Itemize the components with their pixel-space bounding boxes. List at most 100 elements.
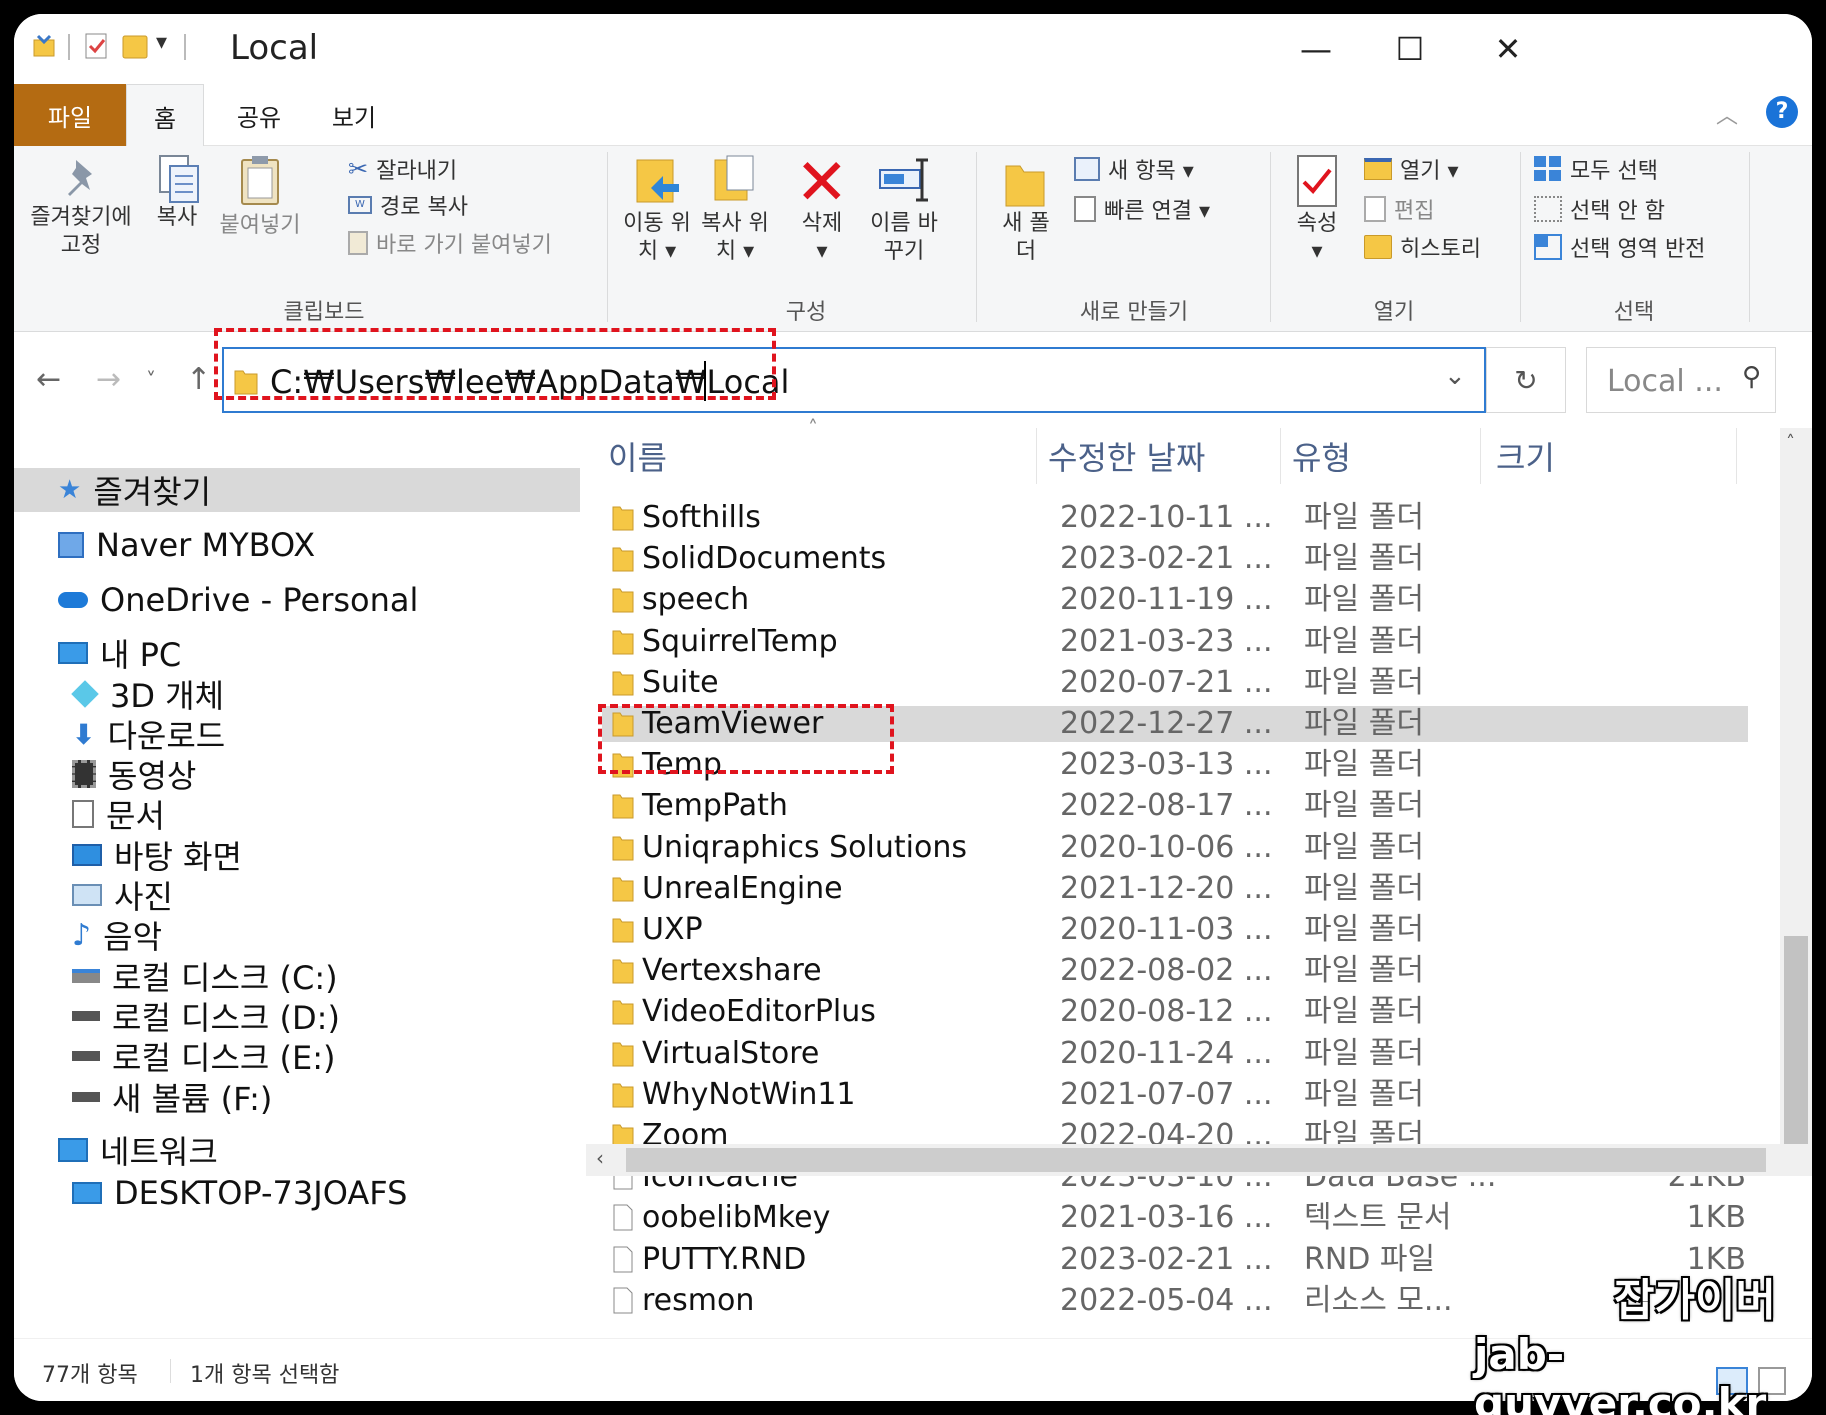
paste-shortcut-button[interactable]: 바로 가기 붙여넣기 xyxy=(348,226,552,260)
properties-button[interactable]: 속성 ▾ xyxy=(1282,154,1352,280)
tab-share[interactable]: 공유 xyxy=(224,84,294,146)
copy-to-button[interactable]: 복사 위치 ▾ xyxy=(697,154,773,280)
group-separator xyxy=(607,152,608,322)
open-button[interactable]: 열기 ▾ xyxy=(1364,152,1459,186)
maximize-button[interactable]: ☐ xyxy=(1375,24,1445,74)
pin-to-quick-access-button[interactable]: 즐겨찾기에 고정 xyxy=(26,154,136,274)
nav-item-disk-f[interactable]: 새 볼륨 (F:) xyxy=(72,1075,272,1119)
nav-item-pictures[interactable]: 사진 xyxy=(72,873,173,917)
easy-access-button[interactable]: 빠른 연결 ▾ xyxy=(1074,192,1210,226)
vertical-scrollbar[interactable]: ˄ xyxy=(1780,428,1812,1168)
file-row[interactable]: SolidDocuments 2023-02-21 ... 파일 폴더 xyxy=(602,541,1748,577)
cell-date: 2023-02-21 ... xyxy=(1060,541,1273,577)
nav-item-3d-objects[interactable]: 3D 개체 xyxy=(71,672,224,716)
paste-icon xyxy=(241,156,279,205)
refresh-button[interactable]: ↻ xyxy=(1486,347,1566,413)
copy-path-button[interactable]: W 경로 복사 xyxy=(348,188,468,222)
edit-button[interactable]: 편집 xyxy=(1364,192,1434,226)
cell-name: UXP xyxy=(642,912,703,947)
nav-item-this-pc[interactable]: 내 PC xyxy=(58,631,181,675)
back-arrow-icon[interactable]: ← xyxy=(36,362,61,397)
search-box[interactable]: Local ... ⚲ xyxy=(1586,347,1776,413)
invert-selection-button[interactable]: 선택 영역 반전 xyxy=(1534,230,1705,264)
cut-button[interactable]: ✂ 잘라내기 xyxy=(348,152,457,186)
new-item-button[interactable]: 새 항목 ▾ xyxy=(1074,152,1194,186)
file-row[interactable]: UnrealEngine 2021-12-20 ... 파일 폴더 xyxy=(602,871,1748,907)
cell-name: SolidDocuments xyxy=(642,541,887,577)
address-dropdown-chevron-icon[interactable]: ⌄ xyxy=(1444,361,1466,391)
folder-icon xyxy=(612,918,634,943)
file-row[interactable]: VirtualStore 2020-11-24 ... 파일 폴더 xyxy=(602,1036,1748,1072)
file-row[interactable]: Softhills 2022-10-11 ... 파일 폴더 xyxy=(602,500,1748,536)
collapse-ribbon-chevron-icon[interactable]: ︿ xyxy=(1716,98,1738,130)
file-row[interactable]: PUTTY.RND 2023-02-21 ... RND 파일 1KB xyxy=(602,1242,1748,1278)
properties-icon[interactable] xyxy=(84,32,110,60)
nav-label: 음악 xyxy=(103,918,163,956)
file-row[interactable]: SquirrelTemp 2021-03-23 ... 파일 폴더 xyxy=(602,624,1748,660)
nav-item-downloads[interactable]: ⬇ 다운로드 xyxy=(72,712,225,756)
paste-button[interactable]: 붙여넣기 xyxy=(210,154,310,264)
search-icon[interactable]: ⚲ xyxy=(1742,362,1761,392)
scroll-left-arrow-icon[interactable]: ‹ xyxy=(596,1146,604,1170)
rename-button[interactable]: 이름 바꾸기 xyxy=(862,154,946,280)
move-to-button[interactable]: 이동 위치 ▾ xyxy=(619,154,695,280)
disk-drive-icon xyxy=(72,1011,100,1021)
file-row[interactable]: Vertexshare 2022-08-02 ... 파일 폴더 xyxy=(602,953,1748,989)
copy-button[interactable]: 복사 xyxy=(142,154,212,264)
properties-dropdown-chevron-icon[interactable]: ▾ xyxy=(1282,238,1352,266)
delete-button[interactable]: ✕ 삭제 ▾ xyxy=(789,146,855,280)
file-row[interactable]: oobelibMkey 2021-03-16 ... 텍스트 문서 1KB xyxy=(602,1200,1748,1236)
nav-item-documents[interactable]: 문서 xyxy=(72,792,165,836)
file-row[interactable]: resmon 2022-05-04 ... 리소스 모... xyxy=(602,1283,1748,1319)
help-icon[interactable]: ? xyxy=(1766,96,1798,128)
quick-access-icon[interactable] xyxy=(32,32,58,60)
delete-dropdown-chevron-icon[interactable]: ▾ xyxy=(789,238,855,266)
new-folder-button[interactable]: 새 폴더 xyxy=(996,154,1056,280)
file-row[interactable]: Uniqraphics Solutions 2020-10-06 ... 파일 폴더 xyxy=(602,830,1748,866)
minimize-button[interactable]: — xyxy=(1281,24,1351,74)
cell-type: 파일 폴더 xyxy=(1304,994,1424,1030)
file-row[interactable]: VideoEditorPlus 2020-08-12 ... 파일 폴더 xyxy=(602,994,1748,1030)
tab-file[interactable]: 파일 xyxy=(14,84,126,146)
paste-shortcut-label: 바로 가기 붙여넣기 xyxy=(376,233,552,258)
file-row[interactable]: speech 2020-11-19 ... 파일 폴더 xyxy=(602,582,1748,618)
invert-selection-icon xyxy=(1534,234,1562,260)
tab-view[interactable]: 보기 xyxy=(319,84,389,146)
nav-item-favorites[interactable]: ★ 즐겨찾기 xyxy=(14,468,580,512)
nav-item-network[interactable]: 네트워크 xyxy=(58,1128,218,1172)
scroll-thumb[interactable] xyxy=(1784,936,1808,1156)
customize-qa-chevron-icon[interactable]: ▾ xyxy=(156,30,167,55)
file-row[interactable]: UXP 2020-11-03 ... 파일 폴더 xyxy=(602,912,1748,948)
select-none-label: 선택 안 함 xyxy=(1570,199,1665,224)
tab-home[interactable]: 홈 xyxy=(126,84,204,147)
cell-type: 파일 폴더 xyxy=(1304,500,1424,535)
cell-type: 파일 폴더 xyxy=(1304,582,1424,618)
nav-item-onedrive[interactable]: OneDrive - Personal xyxy=(58,578,418,622)
nav-item-disk-e[interactable]: 로컬 디스크 (E:) xyxy=(72,1034,336,1078)
close-button[interactable]: ✕ xyxy=(1473,24,1543,74)
nav-item-desktop-pc[interactable]: DESKTOP-73JOAFS xyxy=(72,1171,407,1215)
nav-item-mybox[interactable]: Naver MYBOX xyxy=(58,523,315,567)
file-row[interactable]: Suite 2020-07-21 ... 파일 폴더 xyxy=(602,665,1748,701)
cell-date: 2020-08-12 ... xyxy=(1060,994,1273,1030)
nav-item-music[interactable]: ♪ 음악 xyxy=(72,913,162,957)
nav-item-disk-d[interactable]: 로컬 디스크 (D:) xyxy=(72,994,340,1038)
select-all-button[interactable]: 모두 선택 xyxy=(1534,152,1658,186)
recent-locations-chevron-icon[interactable]: ˅ xyxy=(146,368,156,392)
nav-item-disk-c[interactable]: 로컬 디스크 (C:) xyxy=(72,954,338,998)
nav-item-desktop[interactable]: 바탕 화면 xyxy=(72,833,242,877)
horizontal-scrollbar[interactable]: ‹ xyxy=(586,1144,1812,1176)
copy-to-icon xyxy=(714,155,754,201)
scroll-thumb[interactable] xyxy=(626,1148,1766,1172)
up-arrow-icon[interactable]: ↑ xyxy=(186,362,211,397)
scroll-up-arrow-icon[interactable]: ˄ xyxy=(1786,432,1795,453)
file-row[interactable]: WhyNotWin11 2021-07-07 ... 파일 폴더 xyxy=(602,1077,1748,1113)
nav-item-videos[interactable]: 동영상 xyxy=(72,752,196,796)
select-none-button[interactable]: 선택 안 함 xyxy=(1534,192,1665,226)
history-button[interactable]: 히스토리 xyxy=(1364,230,1481,264)
cell-name: resmon xyxy=(642,1282,755,1318)
picture-icon xyxy=(72,884,102,906)
file-row[interactable]: TempPath 2022-08-17 ... 파일 폴더 xyxy=(602,788,1748,824)
new-folder-icon[interactable] xyxy=(122,32,148,60)
forward-arrow-icon[interactable]: → xyxy=(96,362,121,397)
